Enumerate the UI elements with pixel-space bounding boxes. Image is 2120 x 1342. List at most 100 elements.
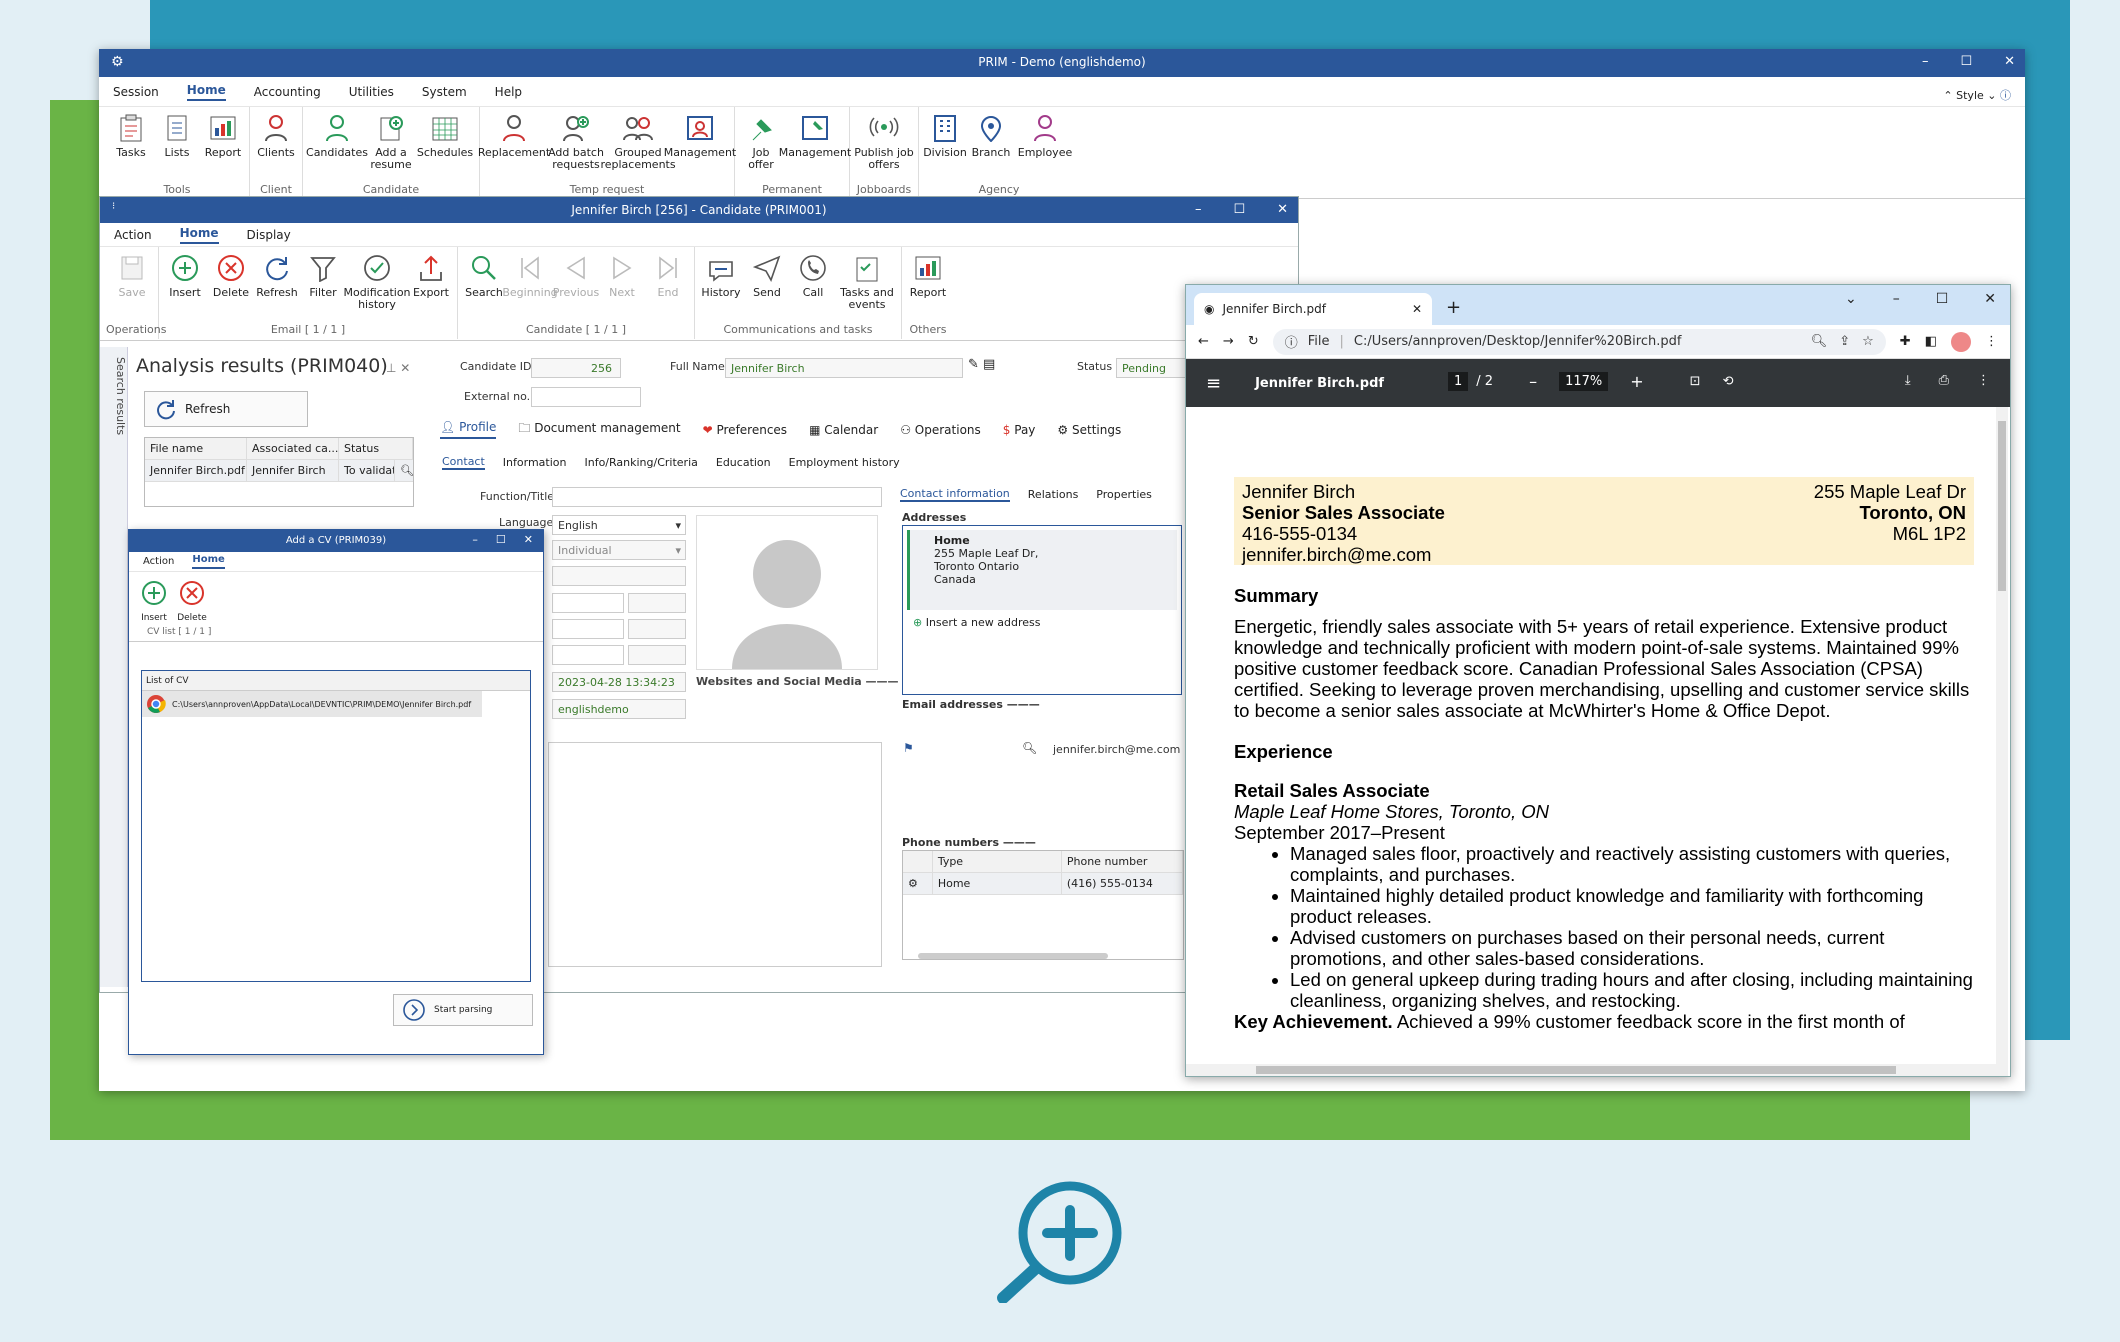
- maximize-icon[interactable]: ☐: [496, 533, 506, 546]
- menu-help[interactable]: Help: [495, 85, 522, 99]
- print-icon[interactable]: ⎙: [1939, 373, 1949, 388]
- language-select[interactable]: English ▾: [552, 515, 686, 535]
- zoom-in-magnifier-icon[interactable]: [995, 1178, 1125, 1303]
- minimize-icon[interactable]: –: [1195, 202, 1202, 217]
- tab-pay[interactable]: $ Pay: [1003, 423, 1036, 437]
- flag-icon[interactable]: ⚑: [903, 741, 914, 755]
- close-icon[interactable]: ✕: [524, 533, 533, 546]
- minimize-icon[interactable]: –: [1922, 54, 1929, 69]
- address-card[interactable]: Home 255 Maple Leaf Dr, Toronto Ontario Can…: [907, 530, 1177, 610]
- tab-preferences[interactable]: ❤ Preferences: [703, 423, 787, 437]
- table-row[interactable]: ⚙ Home (416) 555-0134: [903, 873, 1183, 895]
- type-select[interactable]: Individual ▾: [552, 540, 686, 560]
- new-tab-icon[interactable]: +: [1446, 297, 1461, 318]
- forward-icon[interactable]: →: [1223, 334, 1234, 349]
- search-icon[interactable]: 🔍︎: [1022, 741, 1037, 755]
- form-field-4[interactable]: [552, 619, 624, 639]
- menu-action[interactable]: Action: [114, 228, 152, 242]
- status-field[interactable]: Pending: [1116, 358, 1196, 378]
- menu-home[interactable]: Home: [192, 554, 225, 569]
- extensions-icon[interactable]: ✚: [1900, 334, 1911, 349]
- col-associated[interactable]: Associated ca...: [247, 438, 339, 459]
- more-icon[interactable]: ⋮: [1977, 373, 1990, 388]
- search-results-tab[interactable]: Search results: [100, 347, 128, 987]
- subtab-contact[interactable]: Contact: [442, 455, 485, 470]
- subtab-information[interactable]: Information: [503, 456, 567, 469]
- start-parsing-button[interactable]: Start parsing: [393, 994, 533, 1026]
- form-field-6[interactable]: [552, 645, 624, 665]
- tab-contact-information[interactable]: Contact information: [900, 487, 1010, 502]
- back-icon[interactable]: ←: [1198, 334, 1209, 349]
- col-type[interactable]: Type: [933, 851, 1062, 872]
- menu-system[interactable]: System: [422, 85, 467, 99]
- pin-icon[interactable]: ⊥ ✕: [386, 361, 410, 375]
- subtab-employment-history[interactable]: Employment history: [789, 456, 900, 469]
- maximize-icon[interactable]: ☐: [1960, 54, 1972, 69]
- tab-relations[interactable]: Relations: [1028, 488, 1079, 501]
- rotate-icon[interactable]: ⟲: [1723, 374, 1734, 389]
- reload-icon[interactable]: ↻: [1248, 334, 1259, 349]
- subtab-info-ranking[interactable]: Info/Ranking/Criteria: [584, 456, 697, 469]
- function-title-input[interactable]: [552, 487, 882, 507]
- websites-area[interactable]: [548, 742, 882, 967]
- tab-settings[interactable]: ⚙ Settings: [1057, 423, 1121, 437]
- col-status[interactable]: Status: [339, 438, 413, 459]
- form-field-7[interactable]: [628, 645, 686, 665]
- page-number-input[interactable]: 1: [1448, 372, 1469, 391]
- close-icon[interactable]: ✕: [1277, 202, 1288, 217]
- form-field-1[interactable]: [552, 566, 686, 586]
- close-icon[interactable]: ✕: [2004, 54, 2015, 69]
- close-tab-icon[interactable]: ✕: [1412, 302, 1422, 316]
- horizontal-scrollbar[interactable]: [1186, 1064, 1998, 1076]
- zoom-out-icon[interactable]: –: [1529, 372, 1537, 391]
- star-icon[interactable]: ☆: [1862, 334, 1874, 349]
- col-file-name[interactable]: File name: [145, 438, 247, 459]
- subtab-education[interactable]: Education: [716, 456, 771, 469]
- address-bar[interactable]: ⓘ File | C:/Users/annproven/Desktop/Jenn…: [1272, 328, 1886, 355]
- minimize-icon[interactable]: –: [1893, 291, 1900, 307]
- tab-document-management[interactable]: 🗀 Document management: [518, 419, 680, 440]
- menu-icon[interactable]: ⋮: [1985, 334, 1998, 349]
- external-no-input[interactable]: [531, 387, 641, 407]
- edit-icon[interactable]: ✎ ▤: [968, 357, 995, 372]
- menu-accounting[interactable]: Accounting: [254, 85, 321, 99]
- sidepanel-icon[interactable]: ◧: [1925, 334, 1937, 349]
- tab-operations[interactable]: ⚇ Operations: [900, 423, 981, 437]
- menu-action[interactable]: Action: [143, 556, 174, 567]
- tab-properties[interactable]: Properties: [1096, 488, 1152, 501]
- form-field-3[interactable]: [628, 593, 686, 613]
- tab-profile[interactable]: 👤︎ Profile: [440, 420, 497, 439]
- profile-avatar[interactable]: [1951, 331, 1971, 352]
- insert-address-link[interactable]: ⊕ Insert a new address: [913, 616, 1171, 629]
- share-icon[interactable]: ⇪: [1839, 334, 1850, 349]
- menu-home[interactable]: Home: [186, 83, 226, 101]
- list-item[interactable]: C:\Users\annproven\AppData\Local\DEVNTIC…: [142, 691, 482, 717]
- zoom-icon[interactable]: 🔍︎: [1811, 334, 1828, 349]
- menu-session[interactable]: Session: [113, 85, 159, 99]
- close-icon[interactable]: ✕: [1984, 291, 1996, 307]
- search-icon[interactable]: 🔍︎: [395, 460, 413, 481]
- table-row[interactable]: Jennifer Birch.pdf Jennifer Birch To valid…: [145, 460, 413, 482]
- hamburger-icon[interactable]: ≡: [1206, 373, 1221, 394]
- minimize-icon[interactable]: –: [472, 533, 478, 546]
- maximize-icon[interactable]: ☐: [1936, 291, 1949, 307]
- form-field-2[interactable]: [552, 593, 624, 613]
- pdf-tab[interactable]: ◉ Jennifer Birch.pdf ✕: [1194, 293, 1432, 325]
- horizontal-scrollbar[interactable]: [918, 953, 1108, 959]
- zoom-in-icon[interactable]: +: [1630, 372, 1643, 391]
- candidate-photo[interactable]: [696, 515, 878, 670]
- menu-utilities[interactable]: Utilities: [349, 85, 394, 99]
- refresh-analysis-button[interactable]: Refresh: [144, 391, 308, 427]
- menu-display[interactable]: Display: [247, 228, 291, 242]
- full-name-field[interactable]: Jennifer Birch: [725, 358, 963, 378]
- tab-calendar[interactable]: ▦ Calendar: [809, 423, 878, 437]
- zoom-level[interactable]: 117%: [1559, 372, 1609, 391]
- fit-page-icon[interactable]: ⊡: [1690, 374, 1701, 389]
- tab-search-icon[interactable]: ⌄: [1845, 291, 1857, 307]
- maximize-icon[interactable]: ☐: [1233, 202, 1245, 217]
- style-switch[interactable]: ⌃ Style ⌄ ⓘ: [1943, 87, 2011, 103]
- form-field-5[interactable]: [628, 619, 686, 639]
- col-phone-number[interactable]: Phone number: [1062, 851, 1183, 872]
- email-value[interactable]: jennifer.birch@me.com: [1053, 743, 1180, 756]
- vertical-scrollbar[interactable]: [1996, 407, 2008, 1076]
